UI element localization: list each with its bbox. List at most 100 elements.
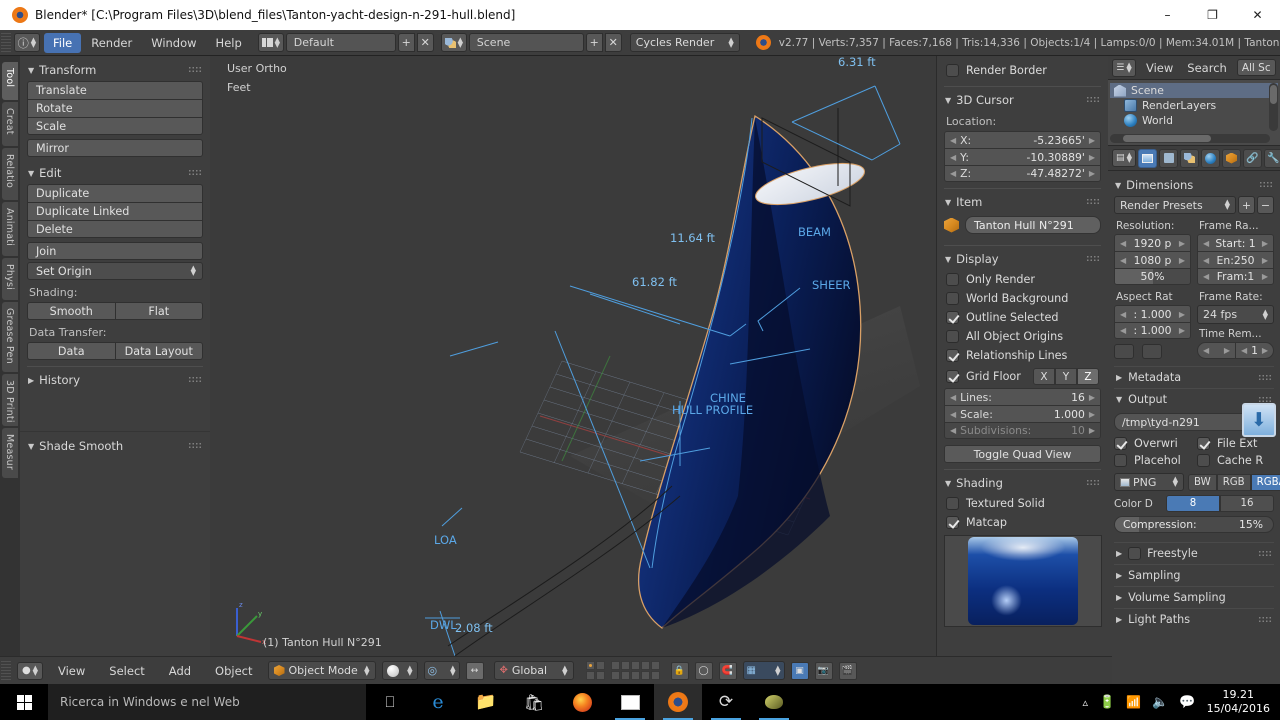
header-grip[interactable]	[1, 660, 11, 681]
textured-solid-checkbox[interactable]	[946, 497, 959, 510]
taskbar-app-command-prompt[interactable]	[606, 684, 654, 720]
outline-selected-checkbox[interactable]	[946, 311, 959, 324]
chevron-right-icon[interactable]: ▶	[1089, 136, 1095, 145]
render-animation-icon[interactable]: 🎬	[838, 661, 857, 680]
frame-rate-dropdown[interactable]: 24 fps ▲ ▼	[1197, 305, 1274, 324]
crop-toggle[interactable]	[1142, 344, 1162, 359]
viewport-menu-add[interactable]: Add	[160, 661, 200, 681]
output-path-field[interactable]: /tmp\tyd-n291	[1114, 413, 1251, 431]
taskbar-app-8[interactable]: ⟳	[702, 684, 750, 720]
chevron-left-icon[interactable]: ◀	[950, 410, 956, 419]
outliner-editor-type-icon[interactable]: ☰ ▲ ▼	[1112, 58, 1136, 77]
tooltab-physics[interactable]: Physi	[2, 258, 18, 300]
wifi-icon[interactable]: 📶	[1126, 695, 1141, 709]
placeholders-row[interactable]: Placehol	[1114, 452, 1191, 469]
render-presets-dropdown[interactable]: Render Presets ▲ ▼	[1114, 196, 1236, 214]
panel-history-header[interactable]: ▶ History	[27, 370, 203, 391]
mirror-button[interactable]: Mirror	[27, 139, 203, 157]
taskbar-app-file-explorer[interactable]: 📁	[462, 684, 510, 720]
cache-result-checkbox[interactable]	[1197, 454, 1210, 467]
screen-layout-icon[interactable]: ▲ ▼	[257, 33, 284, 52]
outliner-row-renderlayers[interactable]: RenderLayers	[1110, 98, 1278, 113]
color-mode-rgb[interactable]: RGB	[1216, 473, 1251, 491]
overwrite-checkbox[interactable]	[1114, 437, 1127, 450]
time-remap-new-field[interactable]: ◀ 1 ▶	[1236, 342, 1274, 359]
search-input[interactable]: Ricerca in Windows e nel Web	[48, 684, 366, 720]
all-object-origins-checkbox[interactable]	[946, 330, 959, 343]
panel-3d-cursor-header[interactable]: ▼ 3D Cursor	[944, 90, 1101, 111]
color-mode-bw[interactable]: BW	[1188, 473, 1217, 491]
outliner-horizontal-scrollbar[interactable]	[1110, 134, 1270, 143]
scale-button[interactable]: Scale	[27, 117, 203, 135]
only-render-row[interactable]: Only Render	[944, 270, 1101, 289]
snap-target-icon[interactable]: ▣	[790, 661, 809, 680]
render-preview-icon[interactable]: 📷	[814, 661, 833, 680]
viewport-menu-select[interactable]: Select	[100, 661, 153, 681]
panel-item-header[interactable]: ▼ Item	[944, 192, 1101, 213]
start-button[interactable]	[0, 684, 48, 720]
chevron-left-icon[interactable]: ◀	[950, 393, 956, 402]
panel-display-header[interactable]: ▼ Display	[944, 249, 1101, 270]
taskbar-app-edge[interactable]: e	[414, 684, 462, 720]
border-toggle[interactable]	[1114, 344, 1134, 359]
close-button[interactable]: ✕	[1235, 0, 1280, 30]
viewport-menu-view[interactable]: View	[49, 661, 94, 681]
viewport-shading-dropdown[interactable]: ▲ ▼	[381, 661, 418, 680]
matcap-row[interactable]: Matcap	[944, 513, 1101, 532]
editor-type-info-icon[interactable]: ⓘ ▲ ▼	[14, 33, 40, 52]
remove-preset-button[interactable]: −	[1257, 196, 1274, 214]
grid-lines-field[interactable]: ◀ Lines: 16 ▶	[944, 388, 1101, 405]
snap-element-dropdown[interactable]: ▦ ▲ ▼	[742, 661, 785, 680]
aspect-y-field[interactable]: ◀: 1.000 ▶	[1114, 322, 1191, 339]
grid-floor-checkbox[interactable]	[946, 370, 959, 383]
relationship-lines-row[interactable]: Relationship Lines	[944, 346, 1101, 365]
chevron-right-icon[interactable]: ▶	[1089, 153, 1095, 162]
volume-icon[interactable]: 🔈	[1152, 695, 1168, 710]
properties-tab-constraints[interactable]: 🔗	[1243, 148, 1262, 168]
file-extensions-row[interactable]: File Ext	[1197, 435, 1274, 452]
outline-selected-row[interactable]: Outline Selected	[944, 308, 1101, 327]
properties-tab-object[interactable]	[1222, 148, 1241, 168]
file-extensions-checkbox[interactable]	[1197, 437, 1210, 450]
panel-edit-header[interactable]: ▼ Edit	[27, 163, 203, 184]
object-name-field[interactable]: Tanton Hull N°291	[965, 216, 1101, 234]
chevron-left-icon[interactable]: ◀	[950, 169, 956, 178]
chevron-right-icon[interactable]: ▶	[1089, 410, 1095, 419]
placeholders-checkbox[interactable]	[1114, 454, 1127, 467]
menu-help[interactable]: Help	[207, 33, 251, 53]
screen-layout-field[interactable]: Default	[285, 33, 396, 52]
panel-sampling-header[interactable]: ▶ Sampling	[1114, 564, 1274, 586]
taskbar-app-store[interactable]: 🛍	[510, 684, 558, 720]
pivot-point-dropdown[interactable]: ◎ ▲ ▼	[423, 661, 460, 680]
maximize-button[interactable]: ❐	[1190, 0, 1235, 30]
task-view-button[interactable]: ⎕	[366, 684, 414, 720]
panel-transform-header[interactable]: ▼ Transform	[27, 60, 203, 81]
data-button[interactable]: Data	[27, 342, 115, 360]
panel-dimensions-header[interactable]: ▼ Dimensions	[1114, 175, 1274, 196]
chevron-left-icon[interactable]: ◀	[950, 136, 956, 145]
grid-axis-z-toggle[interactable]: Z	[1077, 368, 1099, 385]
tooltab-3d-printing[interactable]: 3D Printi	[2, 374, 18, 426]
layer-buttons-group-2[interactable]	[610, 661, 660, 680]
time-remap-old-field[interactable]: ◀ ▶	[1197, 342, 1236, 359]
notifications-icon[interactable]: 💬	[1179, 695, 1195, 710]
toggle-quad-view-button[interactable]: Toggle Quad View	[944, 445, 1101, 463]
tooltab-create[interactable]: Creat	[2, 102, 18, 146]
render-engine-dropdown[interactable]: Cycles Render ▲ ▼	[629, 33, 740, 52]
color-depth-8[interactable]: 8	[1166, 495, 1220, 512]
join-button[interactable]: Join	[27, 242, 203, 260]
aspect-x-field[interactable]: ◀: 1.000 ▶	[1114, 305, 1191, 322]
frame-start-field[interactable]: ◀ Start: 1 ▶	[1197, 234, 1274, 251]
panel-metadata-header[interactable]: ▶ Metadata	[1114, 366, 1274, 388]
compression-slider[interactable]: Compression: 15%	[1114, 516, 1274, 533]
snap-magnet-icon[interactable]: 🧲	[718, 661, 737, 680]
matcap-checkbox[interactable]	[946, 516, 959, 529]
outliner-menu-search[interactable]: Search	[1183, 59, 1231, 77]
world-background-row[interactable]: World Background	[944, 289, 1101, 308]
menu-file[interactable]: File	[44, 32, 82, 53]
outliner-row-world[interactable]: World	[1110, 113, 1278, 128]
grid-axis-x-toggle[interactable]: X	[1033, 368, 1055, 385]
grid-axis-y-toggle[interactable]: Y	[1055, 368, 1077, 385]
add-layout-button[interactable]: +	[397, 33, 415, 52]
chevron-left-icon[interactable]: ◀	[950, 153, 956, 162]
